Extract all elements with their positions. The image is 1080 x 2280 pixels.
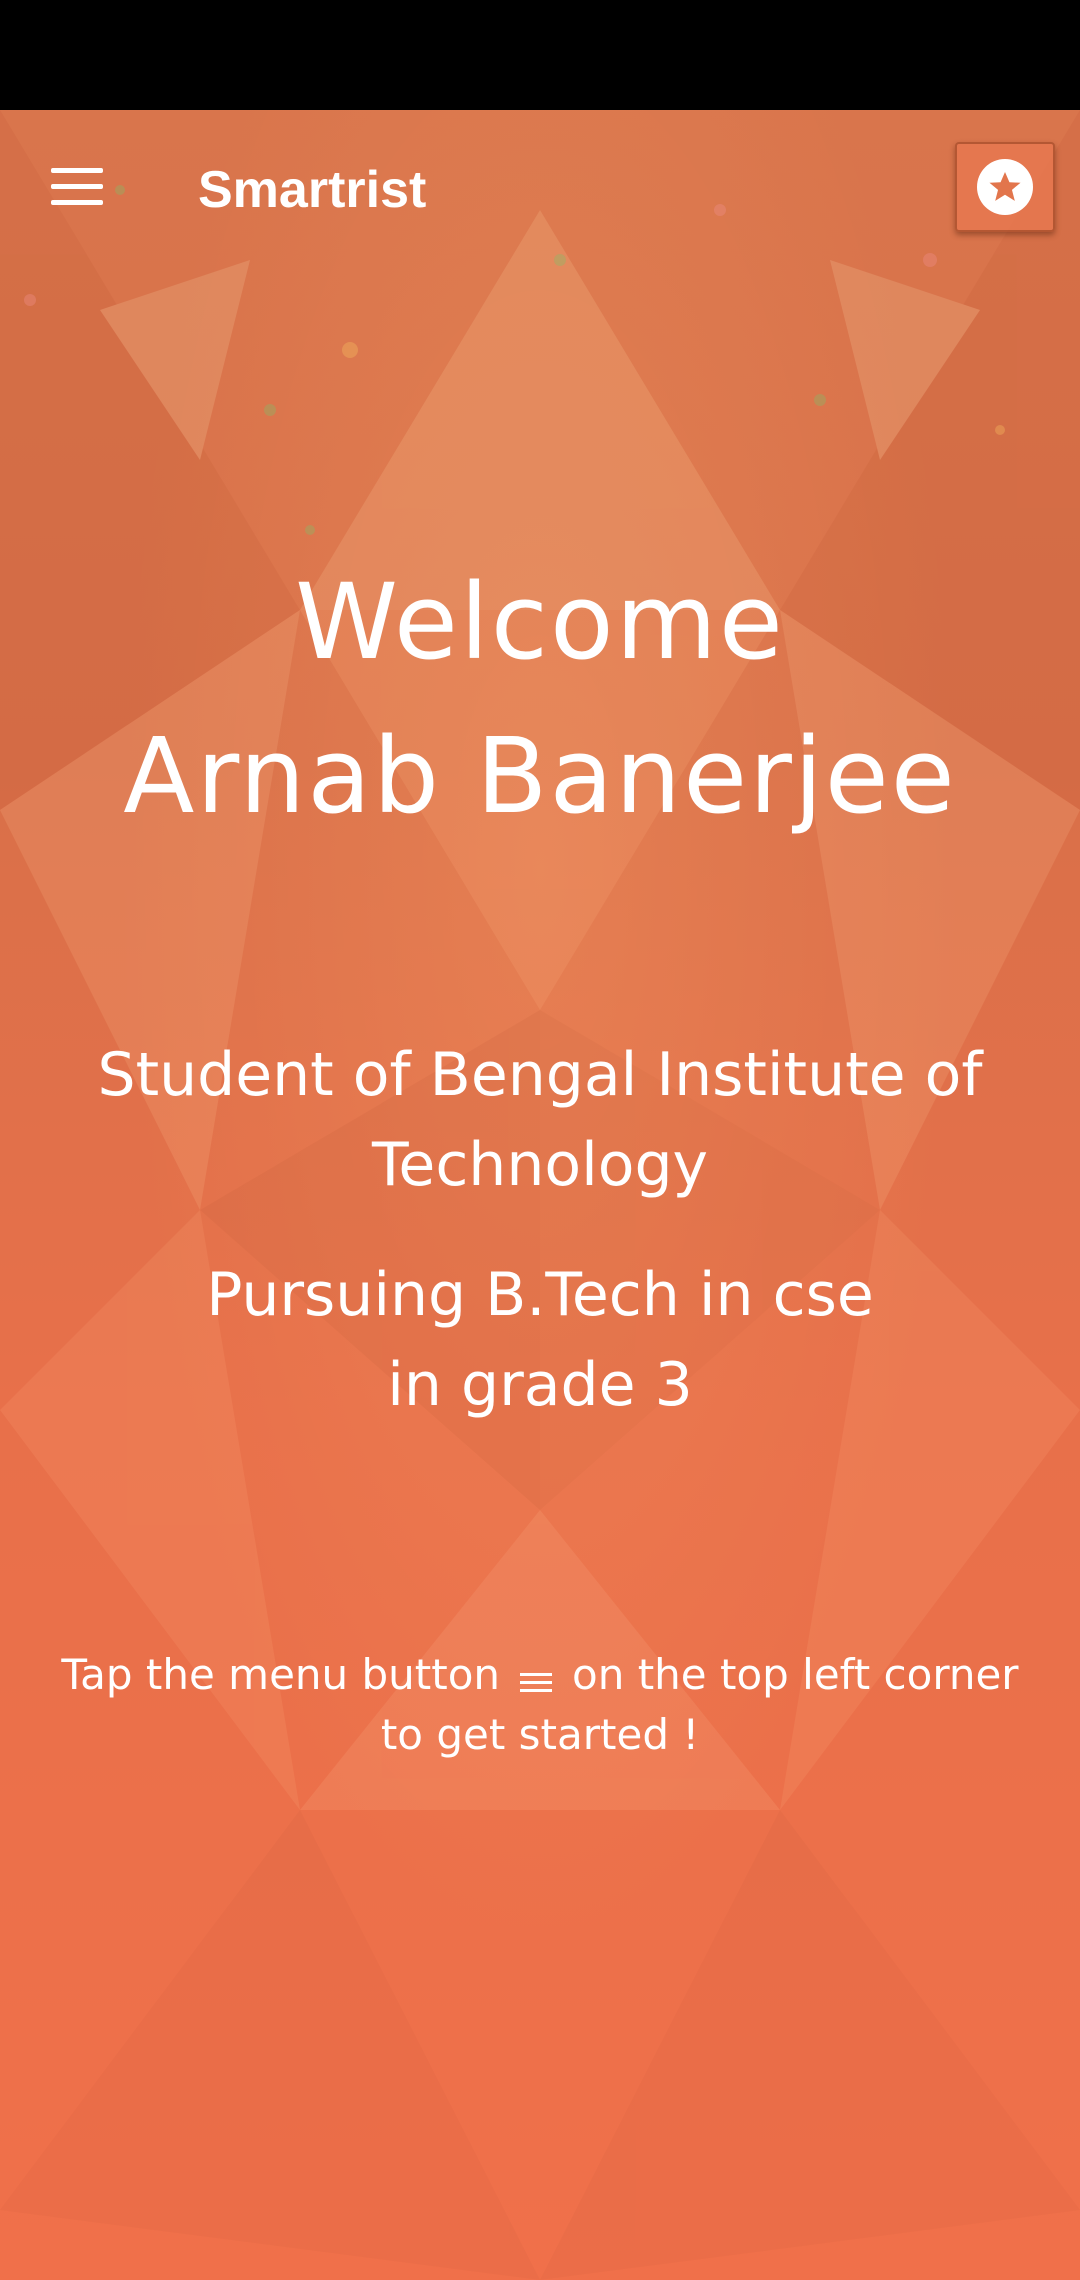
course-line: Pursuing B.Tech in cse bbox=[206, 1260, 874, 1330]
institute-line-1: Student of Bengal Institute of bbox=[97, 1040, 983, 1110]
hint-line-1: Tap the menu button on the top left corne… bbox=[20, 1645, 1060, 1705]
grade-line: in grade 3 bbox=[387, 1350, 693, 1420]
screen: Smartrist Welcome Arnab Banerjee Student… bbox=[0, 0, 1080, 2280]
app-title: Smartrist bbox=[198, 161, 427, 219]
hamburger-menu-icon bbox=[520, 1671, 553, 1693]
student-info: Student of Bengal Institute of Technolog… bbox=[40, 1030, 1040, 1430]
star-circle-icon bbox=[977, 159, 1033, 215]
user-name: Arnab Banerjee bbox=[123, 715, 957, 837]
menu-button[interactable] bbox=[30, 140, 124, 234]
hint-line-2: to get started ! bbox=[380, 1710, 700, 1759]
hamburger-menu-icon bbox=[51, 168, 103, 206]
hint-text-after: on the top left corner bbox=[572, 1650, 1019, 1699]
getting-started-hint: Tap the menu button on the top left corne… bbox=[20, 1645, 1060, 1765]
welcome-text: Welcome bbox=[295, 561, 785, 683]
institute-line-2: Technology bbox=[371, 1130, 709, 1200]
app-bar bbox=[0, 110, 1080, 270]
status-bar bbox=[0, 0, 1080, 110]
welcome-heading: Welcome Arnab Banerjee bbox=[0, 545, 1080, 853]
favorite-button[interactable] bbox=[955, 142, 1055, 232]
hint-text-before: Tap the menu button bbox=[61, 1650, 501, 1699]
